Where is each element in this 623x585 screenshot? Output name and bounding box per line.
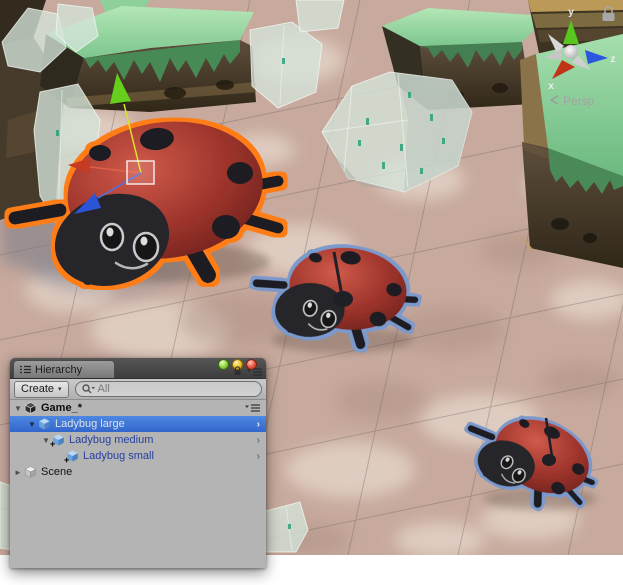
tree-row-ladybug-large[interactable]: ▼ Ladybug large ›: [10, 416, 266, 432]
tab-hierarchy[interactable]: Hierarchy: [13, 360, 115, 378]
expander-expanded-icon[interactable]: ▼: [12, 404, 24, 413]
gizmo-center-ball[interactable]: [564, 45, 578, 59]
chevron-down-icon: ▾: [58, 385, 62, 393]
hierarchy-panel[interactable]: Hierarchy Create ▾: [10, 358, 266, 568]
show-children-chevron-icon[interactable]: ›: [257, 451, 260, 462]
hierarchy-tree: ▼ Game_* ▼: [10, 400, 266, 480]
plus-badge-icon: +: [50, 440, 55, 449]
gray-cube-icon: [24, 466, 37, 478]
panel-lock-icon[interactable]: [233, 366, 242, 379]
row-label: Scene: [41, 466, 72, 478]
search-filter-label: All: [98, 383, 110, 395]
expander-collapsed-icon[interactable]: ►: [12, 468, 24, 477]
prefab-cube-icon: [38, 418, 51, 430]
gizmo-x-label: x: [548, 81, 554, 92]
scene-options-icon[interactable]: [245, 404, 260, 412]
hierarchy-toolbar: Create ▾ All: [10, 379, 266, 400]
expander-expanded-icon[interactable]: ▼: [26, 420, 38, 429]
prefab-added-cube-icon: +: [52, 434, 65, 446]
row-label: Ladybug small: [83, 450, 154, 462]
tree-row-game[interactable]: ▼ Game_*: [10, 400, 266, 416]
unity-editor-screenshot: y z x Persp Hierarchy: [0, 0, 623, 585]
search-input[interactable]: All: [75, 381, 262, 397]
window-button-green[interactable]: [218, 359, 229, 370]
row-label: Ladybug large: [55, 418, 125, 430]
plus-badge-icon: +: [64, 456, 69, 465]
projection-label[interactable]: Persp: [563, 94, 595, 108]
search-icon: [81, 383, 96, 395]
tree-row-scene[interactable]: ► Scene: [10, 464, 266, 480]
show-children-chevron-icon[interactable]: ›: [257, 419, 260, 430]
unity-scene-icon: [24, 402, 37, 414]
panel-menu-icon[interactable]: [247, 367, 262, 379]
tree-row-ladybug-small[interactable]: + Ladybug small ›: [10, 448, 266, 464]
create-button[interactable]: Create ▾: [14, 381, 69, 398]
hierarchy-list-icon: [20, 365, 31, 374]
tree-row-ladybug-medium[interactable]: ▼ + Ladybug medium ›: [10, 432, 266, 448]
gizmo-z-label: z: [611, 54, 616, 65]
tab-hierarchy-label: Hierarchy: [35, 364, 82, 376]
hierarchy-tabbar: Hierarchy: [10, 358, 266, 379]
show-children-chevron-icon[interactable]: ›: [257, 435, 260, 446]
gizmo-y-label: y: [568, 7, 574, 18]
prefab-added-cube-icon: +: [66, 450, 79, 462]
row-label: Ladybug medium: [69, 434, 153, 446]
row-label: Game_*: [41, 402, 82, 414]
gizmo-center-square[interactable]: [127, 161, 154, 184]
